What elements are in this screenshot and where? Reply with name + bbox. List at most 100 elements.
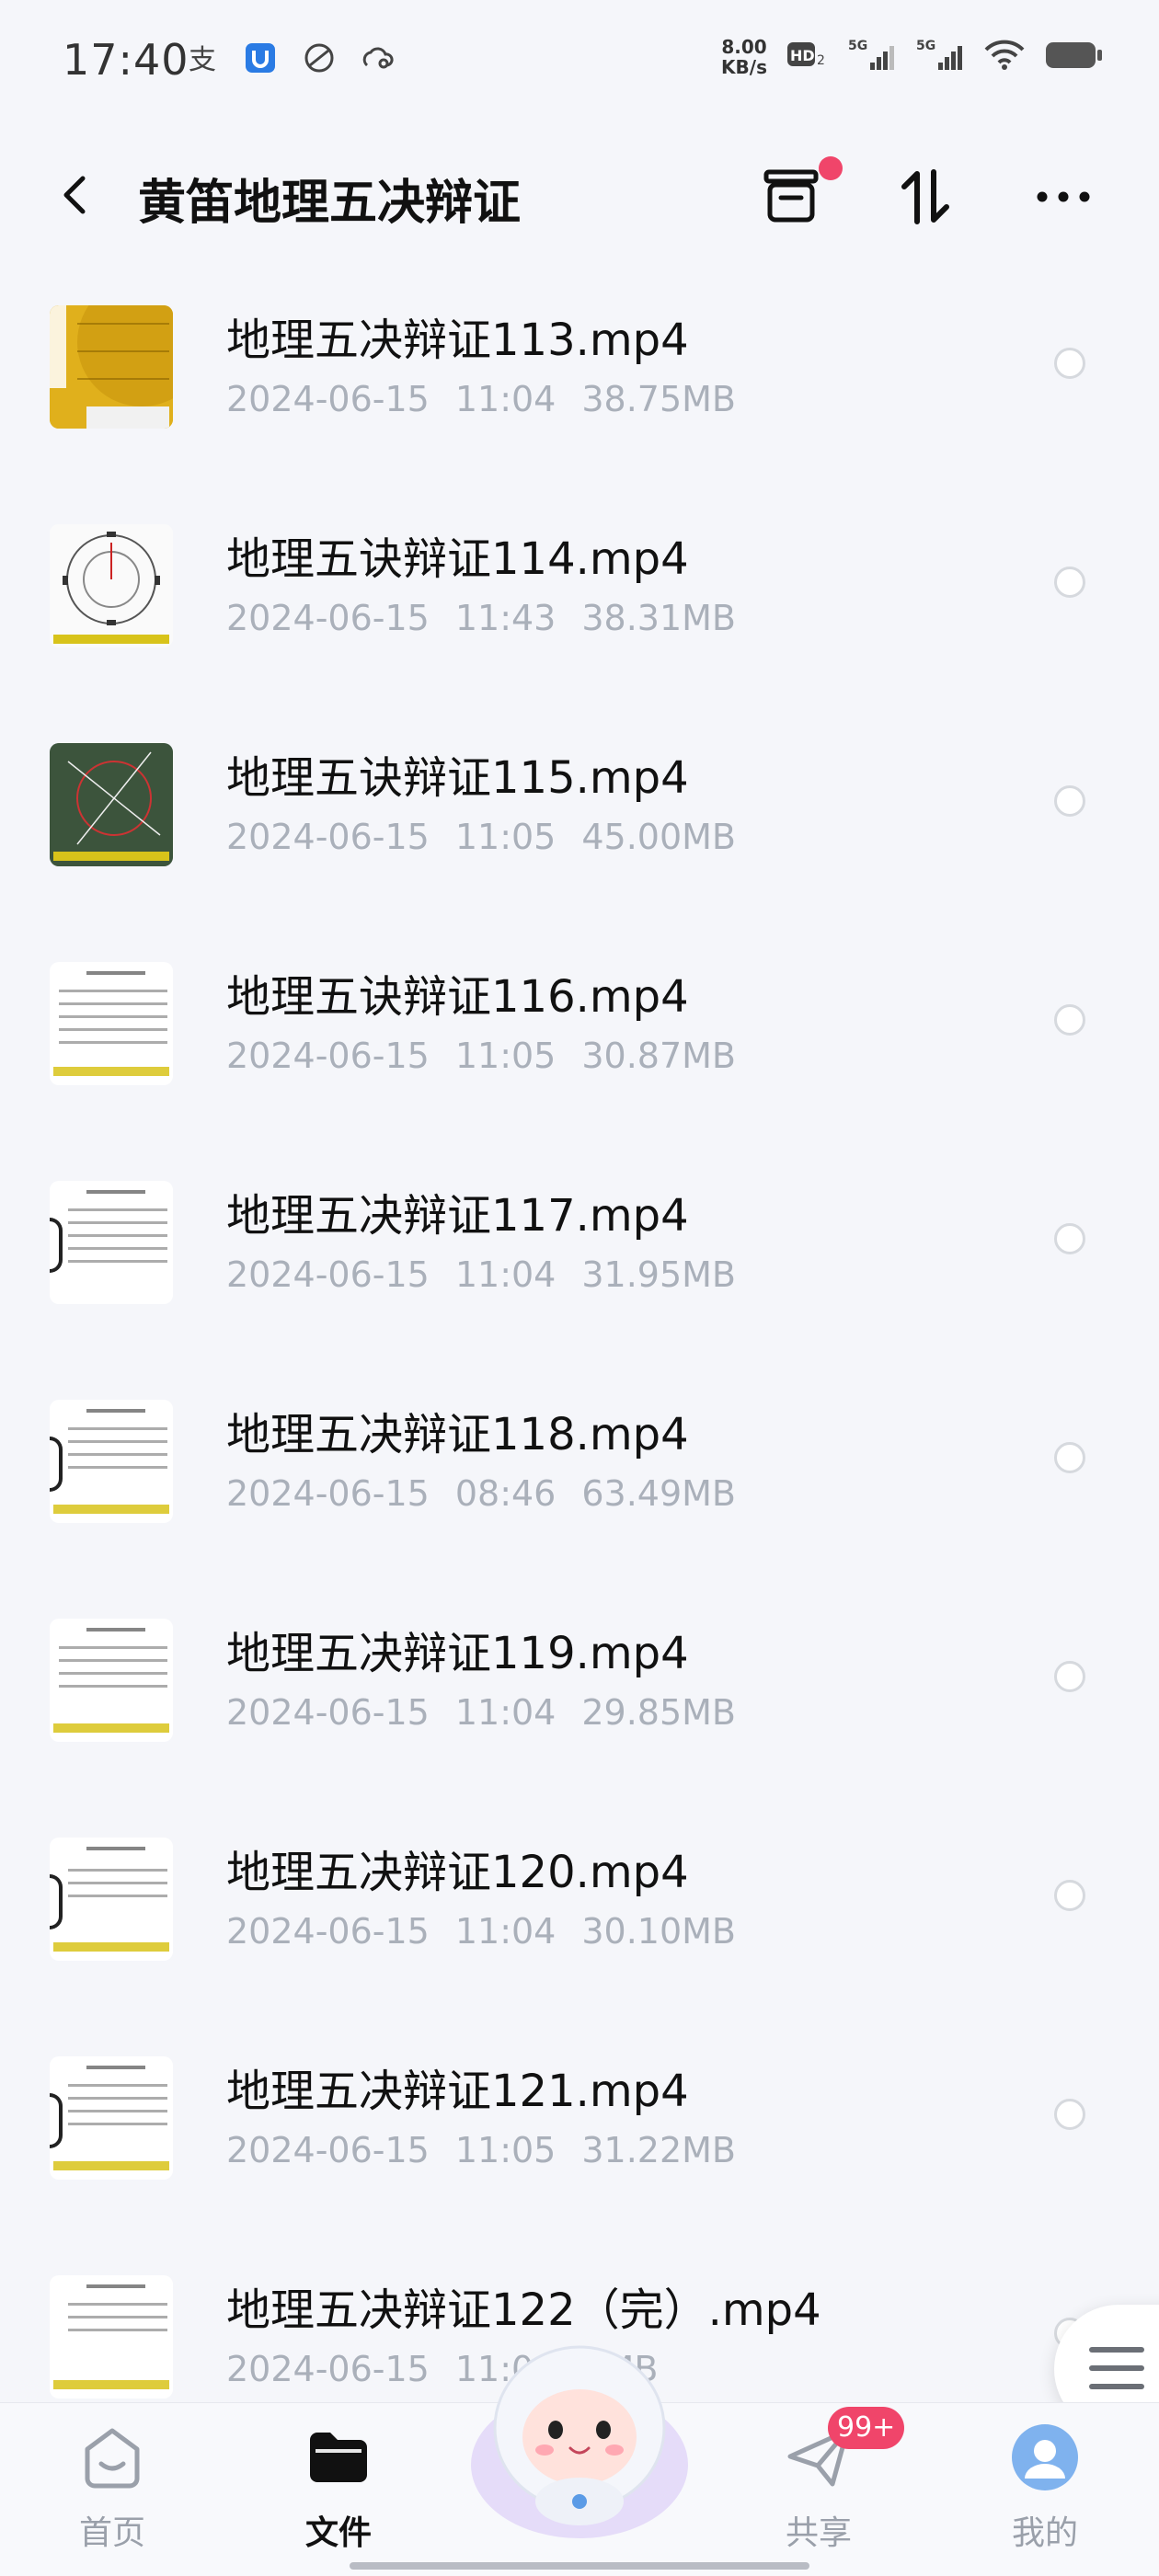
folder-icon <box>310 2433 367 2482</box>
file-size: 45.00MB <box>581 817 737 857</box>
nav-mine-label: 我的 <box>1011 2514 1078 2552</box>
file-meta: 2024-06-15 11:05 31.22MB <box>226 2130 762 2170</box>
file-row[interactable]: 地理五诀辩证115.mp4 2024-06-15 11:05 45.00MB <box>0 714 1159 933</box>
file-name: 地理五决辩证121.mp4 <box>226 2066 689 2117</box>
avatar-icon <box>1012 2424 1078 2490</box>
select-radio[interactable] <box>1054 567 1085 598</box>
mascot-assistant-button[interactable] <box>460 2327 699 2547</box>
select-radio[interactable] <box>1054 1223 1085 1254</box>
file-meta: 2024-06-15 11:04 38.75MB <box>226 379 762 419</box>
file-row[interactable]: 地理五决辩证117.mp4 2024-06-15 11:04 31.95MB <box>0 1151 1159 1370</box>
archive-button[interactable] <box>754 156 843 234</box>
network-speed: 8.00 KB/s <box>721 37 767 77</box>
file-size: 30.10MB <box>581 1911 737 1952</box>
video-thumbnail <box>50 743 173 866</box>
file-time: 11:04 <box>454 1692 557 1733</box>
nav-home-label: 首页 <box>78 2514 145 2552</box>
select-radio[interactable] <box>1054 1661 1085 1692</box>
mascot-icon <box>471 2345 688 2538</box>
menu-line <box>1089 2347 1144 2353</box>
menu-line <box>1089 2384 1144 2389</box>
network-label-2: 5G <box>916 39 935 53</box>
file-time: 11:43 <box>454 598 557 638</box>
file-time: 11:04 <box>454 1911 557 1952</box>
status-bar: 17:40 支 8.00 KB/s HD 2 5G 5G <box>0 0 1159 120</box>
back-button[interactable] <box>48 167 103 223</box>
file-meta: 2024-06-15 11:04 30.10MB <box>226 1911 762 1952</box>
page-title: 黄笛地理五决辩证 <box>138 176 522 231</box>
file-date: 2024-06-15 <box>226 1473 430 1514</box>
file-name: 地理五诀辩证115.mp4 <box>226 752 689 804</box>
file-date: 2024-06-15 <box>226 1911 430 1952</box>
file-meta: 2024-06-15 11:04 29.85MB <box>226 1692 762 1733</box>
nav-share[interactable]: 99+ 共享 <box>727 2403 911 2576</box>
video-thumbnail <box>50 1181 173 1304</box>
file-time: 08:46 <box>454 1473 557 1514</box>
select-radio[interactable] <box>1054 1442 1085 1473</box>
file-time: 11:05 <box>454 2130 557 2170</box>
more-dots-icon <box>1037 191 1090 202</box>
app-notification-icon <box>243 40 278 75</box>
sort-button[interactable] <box>889 160 962 234</box>
battery-icon <box>1045 40 1104 74</box>
file-name: 地理五决辩证119.mp4 <box>226 1628 689 1679</box>
video-thumbnail <box>50 2275 173 2399</box>
home-indicator <box>350 2562 809 2570</box>
svg-text:支: 支 <box>189 44 216 74</box>
video-thumbnail <box>50 524 173 647</box>
select-radio[interactable] <box>1054 2099 1085 2130</box>
more-options-button[interactable] <box>1027 160 1100 234</box>
network-label-1: 5G <box>848 39 867 53</box>
select-radio[interactable] <box>1054 1004 1085 1036</box>
file-name: 地理五决辩证118.mp4 <box>226 1409 689 1460</box>
file-meta: 2024-06-15 08:46 63.49MB <box>226 1473 762 1514</box>
file-row[interactable]: 地理五决辩证120.mp4 2024-06-15 11:04 30.10MB <box>0 1808 1159 2027</box>
nav-mine[interactable]: 我的 <box>953 2403 1137 2576</box>
file-row[interactable]: 地理五决辩证118.mp4 2024-06-15 08:46 63.49MB <box>0 1370 1159 1589</box>
file-time: 11:04 <box>454 1254 557 1295</box>
file-time: 11:04 <box>454 379 557 419</box>
leaf-app-icon <box>302 40 337 75</box>
app-header: 黄笛地理五决辩证 <box>0 147 1159 239</box>
video-thumbnail <box>50 2056 173 2180</box>
file-meta: 2024-06-15 11:43 38.31MB <box>226 598 762 638</box>
alipay-icon: 支 <box>184 40 219 75</box>
file-row[interactable]: 地理五决辩证119.mp4 2024-06-15 11:04 29.85MB <box>0 1589 1159 1808</box>
file-date: 2024-06-15 <box>226 1692 430 1733</box>
sort-arrows-icon <box>901 169 949 224</box>
speed-unit: KB/s <box>721 56 767 78</box>
file-date: 2024-06-15 <box>226 598 430 638</box>
select-radio[interactable] <box>1054 785 1085 817</box>
file-name: 地理五决辩证113.mp4 <box>226 315 689 366</box>
cloud-app-icon <box>361 40 396 75</box>
file-date: 2024-06-15 <box>226 817 430 857</box>
wifi-icon <box>984 39 1025 75</box>
video-thumbnail <box>50 305 173 429</box>
file-time: 11:05 <box>454 1036 557 1076</box>
nav-home[interactable]: 首页 <box>20 2403 204 2576</box>
chevron-left-icon <box>63 176 86 214</box>
file-size: 29.85MB <box>581 1692 737 1733</box>
speed-value: 8.00 <box>721 36 767 58</box>
video-thumbnail <box>50 962 173 1085</box>
file-row[interactable]: 地理五决辩证121.mp4 2024-06-15 11:05 31.22MB <box>0 2027 1159 2246</box>
select-radio[interactable] <box>1054 1880 1085 1911</box>
file-size: 30.87MB <box>581 1036 737 1076</box>
file-time: 11:05 <box>454 817 557 857</box>
signal-icon-2: 5G <box>916 37 964 77</box>
file-row[interactable]: 地理五决辩证113.mp4 2024-06-15 11:04 38.75MB <box>0 276 1159 495</box>
file-size: 38.31MB <box>581 598 737 638</box>
nav-files[interactable]: 文件 <box>247 2403 430 2576</box>
archive-box-icon <box>763 169 819 223</box>
file-row[interactable]: 地理五诀辩证114.mp4 2024-06-15 11:43 38.31MB <box>0 495 1159 714</box>
video-thumbnail <box>50 1838 173 1961</box>
file-name: 地理五诀辩证114.mp4 <box>226 533 689 585</box>
file-date: 2024-06-15 <box>226 1254 430 1295</box>
video-thumbnail <box>50 1619 173 1742</box>
svg-text:2: 2 <box>817 53 825 68</box>
file-meta: 2024-06-15 11:05 45.00MB <box>226 817 762 857</box>
nav-files-label: 文件 <box>304 2514 372 2552</box>
file-date: 2024-06-15 <box>226 1036 430 1076</box>
file-row[interactable]: 地理五诀辩证116.mp4 2024-06-15 11:05 30.87MB <box>0 933 1159 1151</box>
select-radio[interactable] <box>1054 348 1085 379</box>
